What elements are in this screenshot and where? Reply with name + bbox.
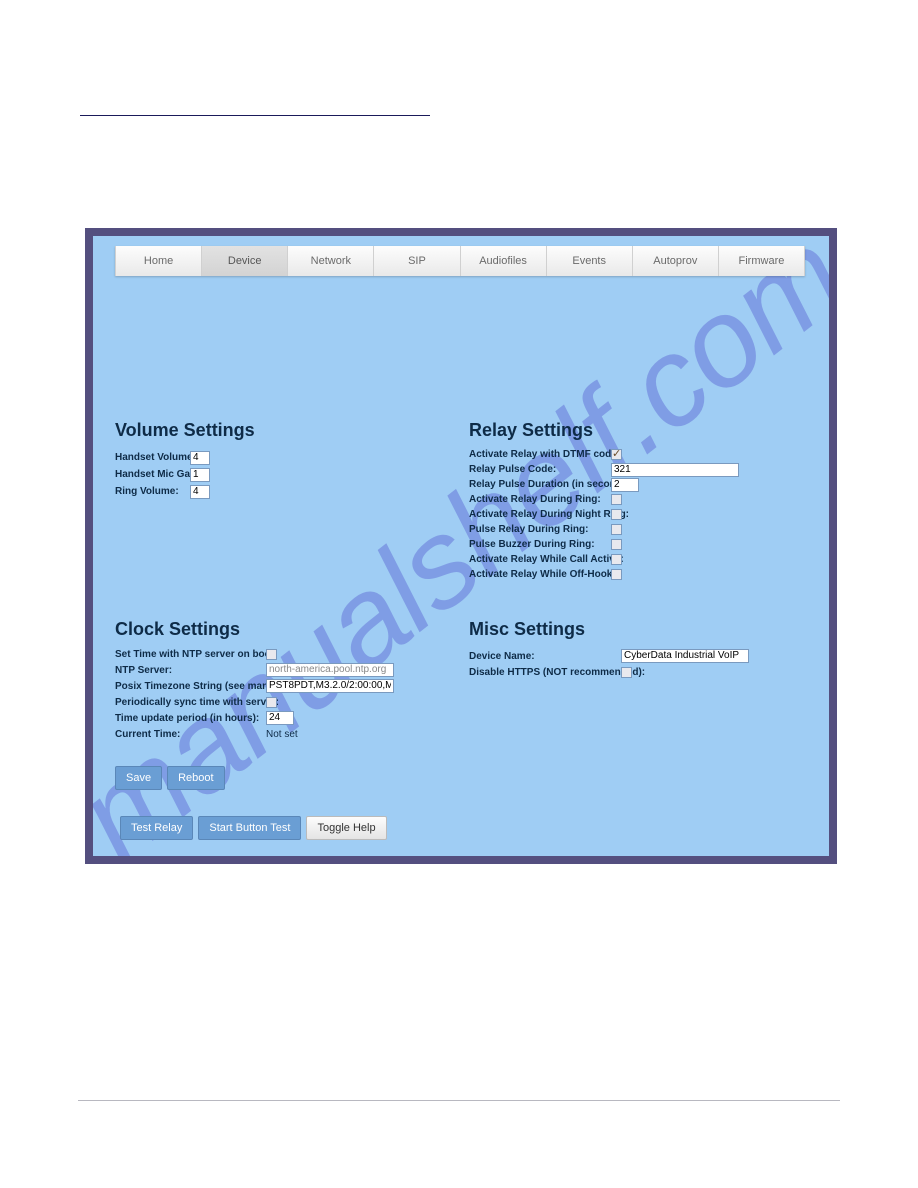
relay-pulse-duration-input[interactable] [611, 478, 639, 492]
activate-call-active-checkbox[interactable] [611, 554, 622, 565]
volume-settings-section: Volume Settings Handset Volume: Handset … [115, 420, 445, 500]
start-button-test-button[interactable]: Start Button Test [198, 816, 301, 840]
activate-offhook-label: Activate Relay While Off-Hook: [469, 569, 611, 580]
config-panel: manualshelf.com Home Device Network SIP … [93, 236, 829, 856]
clock-settings-section: Clock Settings Set Time with NTP server … [115, 619, 475, 742]
tab-device[interactable]: Device [202, 246, 288, 276]
current-time-value: Not set [266, 729, 298, 740]
panel-frame: manualshelf.com Home Device Network SIP … [85, 228, 837, 864]
activate-dtmf-checkbox[interactable] [611, 449, 622, 460]
device-name-input[interactable] [621, 649, 749, 663]
save-reboot-row: Save Reboot [115, 766, 225, 790]
relay-pulse-duration-label: Relay Pulse Duration (in seconds): [469, 479, 611, 490]
test-buttons-row: Test Relay Start Button Test Toggle Help [120, 816, 387, 840]
relay-pulse-code-input[interactable] [611, 463, 739, 477]
tab-audiofiles[interactable]: Audiofiles [461, 246, 547, 276]
relay-settings-title: Relay Settings [469, 420, 809, 441]
handset-mic-gain-input[interactable] [190, 468, 210, 482]
update-period-input[interactable] [266, 711, 294, 725]
activate-during-night-ring-label: Activate Relay During Night Ring: [469, 509, 611, 520]
save-button[interactable]: Save [115, 766, 162, 790]
posix-tz-input[interactable] [266, 679, 394, 693]
activate-dtmf-label: Activate Relay with DTMF code: [469, 449, 611, 460]
misc-settings-title: Misc Settings [469, 619, 809, 640]
periodic-sync-checkbox[interactable] [266, 697, 277, 708]
bottom-rule [78, 1100, 840, 1101]
disable-https-checkbox[interactable] [621, 667, 632, 678]
posix-tz-label: Posix Timezone String (see manual): [115, 681, 266, 692]
device-name-label: Device Name: [469, 651, 621, 662]
tab-home[interactable]: Home [115, 246, 202, 276]
tab-network[interactable]: Network [288, 246, 374, 276]
clock-settings-title: Clock Settings [115, 619, 475, 640]
reboot-button[interactable]: Reboot [167, 766, 224, 790]
update-period-label: Time update period (in hours): [115, 713, 266, 724]
page: manualshelf.com Home Device Network SIP … [0, 0, 918, 1188]
tab-sip[interactable]: SIP [374, 246, 460, 276]
current-time-label: Current Time: [115, 729, 266, 740]
ring-volume-label: Ring Volume: [115, 486, 190, 497]
tab-bar: Home Device Network SIP Audiofiles Event… [115, 246, 805, 276]
set-ntp-on-boot-checkbox[interactable] [266, 649, 277, 660]
relay-pulse-code-label: Relay Pulse Code: [469, 464, 611, 475]
periodic-sync-label: Periodically sync time with server: [115, 697, 266, 708]
tab-firmware[interactable]: Firmware [719, 246, 805, 276]
tab-events[interactable]: Events [547, 246, 633, 276]
relay-settings-section: Relay Settings Activate Relay with DTMF … [469, 420, 809, 582]
activate-during-ring-label: Activate Relay During Ring: [469, 494, 611, 505]
pulse-during-ring-label: Pulse Relay During Ring: [469, 524, 611, 535]
ring-volume-input[interactable] [190, 485, 210, 499]
ntp-server-label: NTP Server: [115, 665, 266, 676]
misc-settings-section: Misc Settings Device Name: Disable HTTPS… [469, 619, 809, 680]
top-rule [80, 115, 430, 116]
disable-https-label: Disable HTTPS (NOT recommended): [469, 667, 621, 678]
handset-volume-label: Handset Volume: [115, 452, 190, 463]
pulse-buzzer-label: Pulse Buzzer During Ring: [469, 539, 611, 550]
activate-during-ring-checkbox[interactable] [611, 494, 622, 505]
set-ntp-on-boot-label: Set Time with NTP server on boot: [115, 649, 266, 660]
activate-call-active-label: Activate Relay While Call Active: [469, 554, 611, 565]
activate-during-night-ring-checkbox[interactable] [611, 509, 622, 520]
handset-volume-input[interactable] [190, 451, 210, 465]
pulse-buzzer-checkbox[interactable] [611, 539, 622, 550]
toggle-help-button[interactable]: Toggle Help [306, 816, 386, 840]
test-relay-button[interactable]: Test Relay [120, 816, 193, 840]
handset-mic-gain-label: Handset Mic Gain: [115, 469, 190, 480]
ntp-server-input[interactable] [266, 663, 394, 677]
volume-settings-title: Volume Settings [115, 420, 445, 441]
tab-autoprov[interactable]: Autoprov [633, 246, 719, 276]
pulse-during-ring-checkbox[interactable] [611, 524, 622, 535]
activate-offhook-checkbox[interactable] [611, 569, 622, 580]
